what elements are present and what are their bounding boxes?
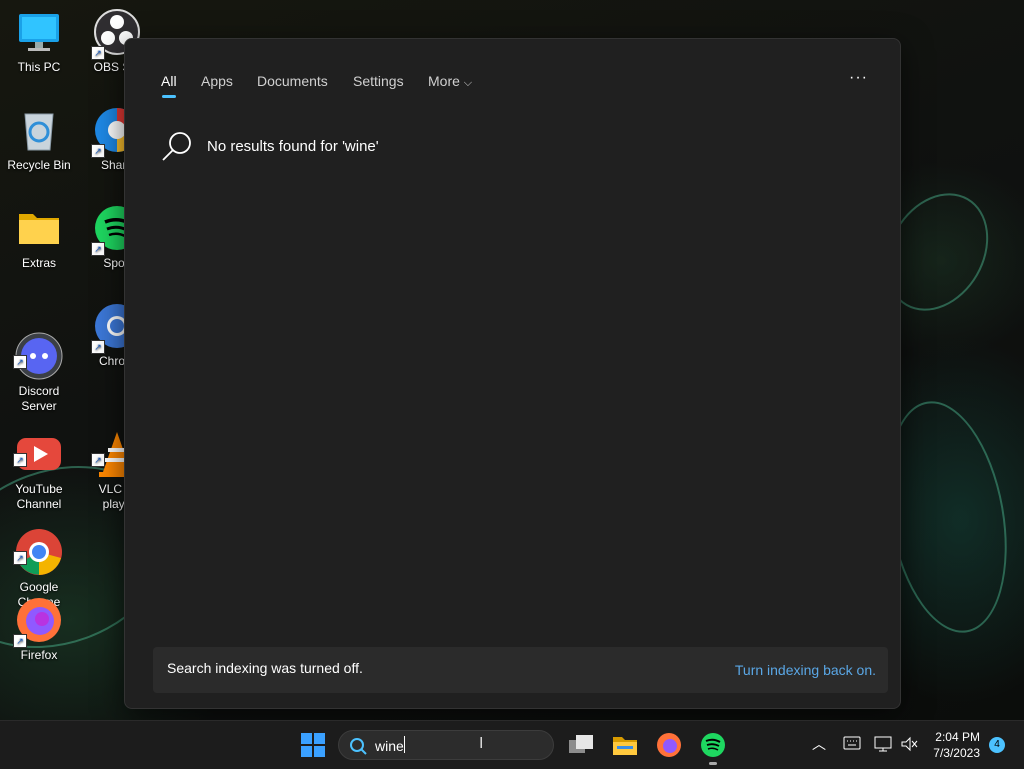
shortcut-arrow-icon: ↗ [13, 634, 27, 648]
tab-documents[interactable]: Documents [257, 73, 328, 89]
computer-icon [15, 8, 63, 56]
system-clock[interactable]: 2:04 PM 7/3/2023 [933, 729, 980, 761]
desktop-icon-firefox[interactable]: ↗ Firefox [0, 596, 78, 663]
shortcut-arrow-icon: ↗ [91, 242, 105, 256]
youtube-icon: ↗ [13, 415, 63, 470]
desktop-icon-youtube-channel[interactable]: ↗ YouTube Channel [0, 400, 78, 512]
taskbar: wine I ︿ 2:04 PM 7/3/2023 4 [0, 720, 1024, 769]
desktop-icon-label: Firefox [20, 648, 58, 662]
chrome-icon: ↗ [13, 513, 63, 575]
folder-icon [613, 737, 637, 755]
text-cursor-icon: I [479, 735, 484, 752]
clock-time: 2:04 PM [935, 730, 980, 744]
shortcut-arrow-icon: ↗ [91, 144, 105, 158]
turn-indexing-on-link[interactable]: Turn indexing back on. [735, 662, 876, 678]
recycle-bin-icon [15, 106, 63, 154]
firefox-icon [657, 733, 681, 757]
windows-logo-icon [301, 733, 325, 757]
taskbar-search-box[interactable]: wine I [338, 730, 554, 760]
search-panel: All Apps Documents Settings More ⌵ ··· N… [124, 38, 901, 709]
shortcut-arrow-icon: ↗ [91, 46, 105, 60]
keyboard-icon[interactable] [843, 736, 861, 750]
task-view-icon [569, 735, 593, 753]
desktop-icon-recycle-bin[interactable]: Recycle Bin [0, 106, 78, 173]
desktop-icon-this-pc[interactable]: This PC [0, 8, 78, 75]
firefox-taskbar-button[interactable] [655, 731, 683, 759]
firefox-icon: ↗ [13, 596, 63, 648]
taskbar-search-input[interactable]: wine [375, 738, 404, 754]
tab-more-label: More [428, 73, 460, 89]
running-indicator [709, 762, 717, 765]
spotify-icon [701, 733, 725, 757]
desktop-icon-discord-server[interactable]: ↗ Discord Server [0, 302, 78, 414]
tab-apps[interactable]: Apps [201, 73, 233, 89]
shortcut-arrow-icon: ↗ [91, 453, 105, 467]
search-icon [350, 738, 367, 755]
shortcut-arrow-icon: ↗ [13, 453, 27, 467]
indexing-notice: Search indexing was turned off. Turn ind… [153, 647, 888, 693]
desktop-icon-label: Recycle Bin [7, 158, 71, 172]
task-view-button[interactable] [567, 731, 595, 759]
discord-icon: ↗ [13, 317, 63, 380]
search-icon [162, 132, 191, 161]
active-tab-indicator [162, 95, 176, 98]
text-caret [404, 736, 405, 753]
spotify-taskbar-button[interactable] [699, 731, 727, 765]
shortcut-arrow-icon: ↗ [91, 340, 105, 354]
indexing-message: Search indexing was turned off. [167, 660, 363, 676]
no-results-message: No results found for 'wine' [161, 129, 379, 163]
desktop-icon-extras[interactable]: Extras [0, 204, 78, 271]
tab-more[interactable]: More ⌵ [428, 73, 472, 90]
more-options-button[interactable]: ··· [849, 69, 868, 87]
desktop-icon-label: This PC [17, 60, 61, 74]
volume-muted-icon[interactable] [900, 736, 918, 752]
folder-icon [15, 204, 63, 252]
show-hidden-icons-chevron-icon[interactable]: ︿ [812, 734, 826, 754]
chevron-down-icon: ⌵ [463, 77, 473, 89]
start-button[interactable] [299, 731, 327, 759]
shortcut-arrow-icon: ↗ [13, 551, 27, 565]
no-results-text: No results found for 'wine' [207, 137, 379, 155]
notification-count-badge[interactable]: 4 [989, 737, 1005, 753]
clock-date: 7/3/2023 [933, 746, 980, 760]
shortcut-arrow-icon: ↗ [13, 355, 27, 369]
file-explorer-button[interactable] [611, 731, 639, 759]
network-icon[interactable] [874, 736, 892, 752]
tab-all[interactable]: All [161, 73, 177, 89]
tab-settings[interactable]: Settings [353, 73, 404, 89]
desktop-icon-label: Extras [21, 256, 56, 270]
desktop-icon-google-chrome[interactable]: ↗ Google Chrome [0, 498, 78, 610]
